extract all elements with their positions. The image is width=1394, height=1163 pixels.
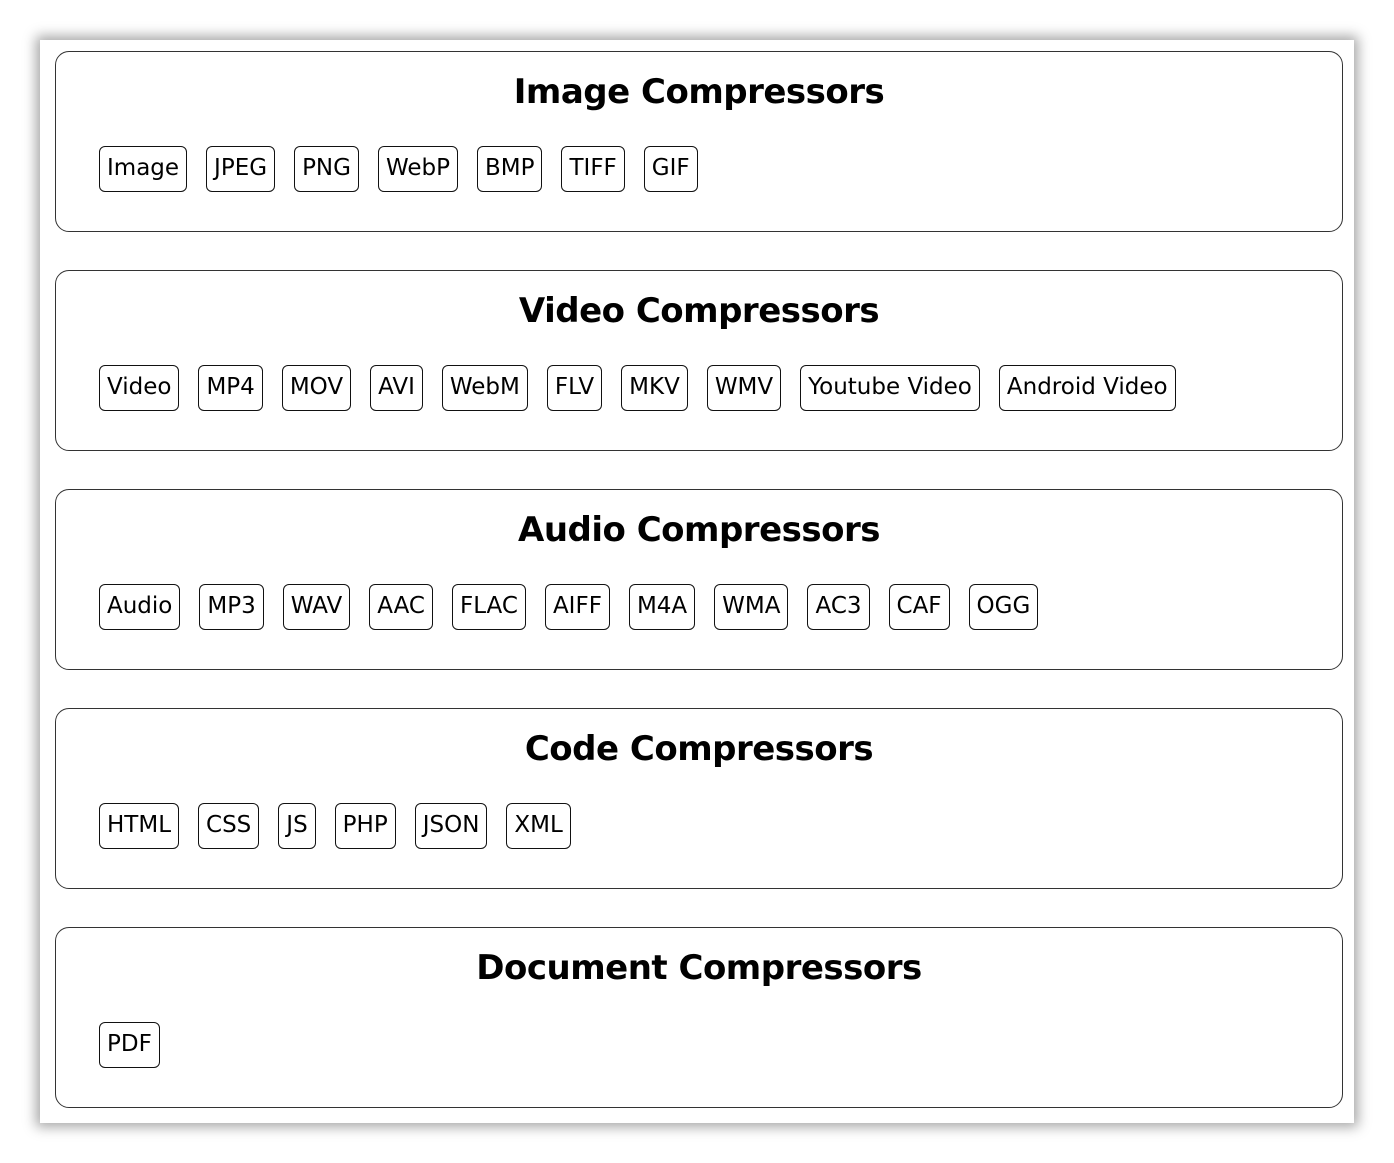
section-code-compressors: Code Compressors HTML CSS JS PHP JSON XM… (55, 708, 1343, 889)
tag-list: HTML CSS JS PHP JSON XML (99, 803, 571, 849)
section-title: Code Compressors (524, 729, 874, 769)
tag-php[interactable]: PHP (334, 803, 396, 849)
tag-webm[interactable]: WebM (441, 365, 528, 411)
tag-wav[interactable]: WAV (282, 584, 351, 630)
tag-html[interactable]: HTML (99, 803, 180, 849)
tag-jpeg[interactable]: JPEG (206, 146, 276, 192)
tag-youtube-video[interactable]: Youtube Video (800, 365, 980, 411)
tag-video[interactable]: Video (99, 365, 180, 411)
compressors-panel: Image Compressors Image JPEG PNG WebP BM… (40, 40, 1354, 1123)
section-title: Audio Compressors (518, 510, 880, 550)
tag-png[interactable]: PNG (294, 146, 359, 192)
section-image-compressors: Image Compressors Image JPEG PNG WebP BM… (55, 51, 1343, 232)
tag-css[interactable]: CSS (198, 803, 260, 849)
tag-gif[interactable]: GIF (643, 146, 698, 192)
section-video-compressors: Video Compressors Video MP4 MOV AVI WebM… (55, 270, 1343, 451)
section-title: Image Compressors (513, 72, 885, 112)
section-title: Video Compressors (518, 291, 880, 331)
section-audio-compressors: Audio Compressors Audio MP3 WAV AAC FLAC… (55, 489, 1343, 670)
tag-js[interactable]: JS (278, 803, 316, 849)
tag-audio[interactable]: Audio (99, 584, 181, 630)
tag-pdf[interactable]: PDF (99, 1022, 160, 1068)
tag-mp4[interactable]: MP4 (198, 365, 263, 411)
tag-tiff[interactable]: TIFF (561, 146, 625, 192)
tag-xml[interactable]: XML (506, 803, 571, 849)
tag-mp3[interactable]: MP3 (199, 584, 264, 630)
tag-aac[interactable]: AAC (369, 584, 433, 630)
tag-mov[interactable]: MOV (281, 365, 352, 411)
tag-flv[interactable]: FLV (546, 365, 603, 411)
tag-list: Audio MP3 WAV AAC FLAC AIFF M4A WMA AC3 … (99, 584, 1039, 630)
tag-wma[interactable]: WMA (714, 584, 789, 630)
tag-m4a[interactable]: M4A (628, 584, 696, 630)
tag-list: PDF (99, 1022, 160, 1068)
tag-list: Video MP4 MOV AVI WebM FLV MKV WMV Youtu… (99, 365, 1176, 411)
tag-android-video[interactable]: Android Video (998, 365, 1176, 411)
tag-image[interactable]: Image (99, 146, 188, 192)
tag-mkv[interactable]: MKV (621, 365, 688, 411)
tag-aiff[interactable]: AIFF (544, 584, 610, 630)
section-title: Document Compressors (476, 948, 922, 988)
tag-json[interactable]: JSON (414, 803, 488, 849)
tag-ac3[interactable]: AC3 (807, 584, 870, 630)
tag-ogg[interactable]: OGG (968, 584, 1039, 630)
tag-wmv[interactable]: WMV (706, 365, 782, 411)
tag-list: Image JPEG PNG WebP BMP TIFF GIF (99, 146, 698, 192)
tag-caf[interactable]: CAF (888, 584, 950, 630)
tag-bmp[interactable]: BMP (476, 146, 543, 192)
tag-webp[interactable]: WebP (377, 146, 458, 192)
tag-avi[interactable]: AVI (370, 365, 423, 411)
tag-flac[interactable]: FLAC (451, 584, 526, 630)
section-document-compressors: Document Compressors PDF (55, 927, 1343, 1108)
